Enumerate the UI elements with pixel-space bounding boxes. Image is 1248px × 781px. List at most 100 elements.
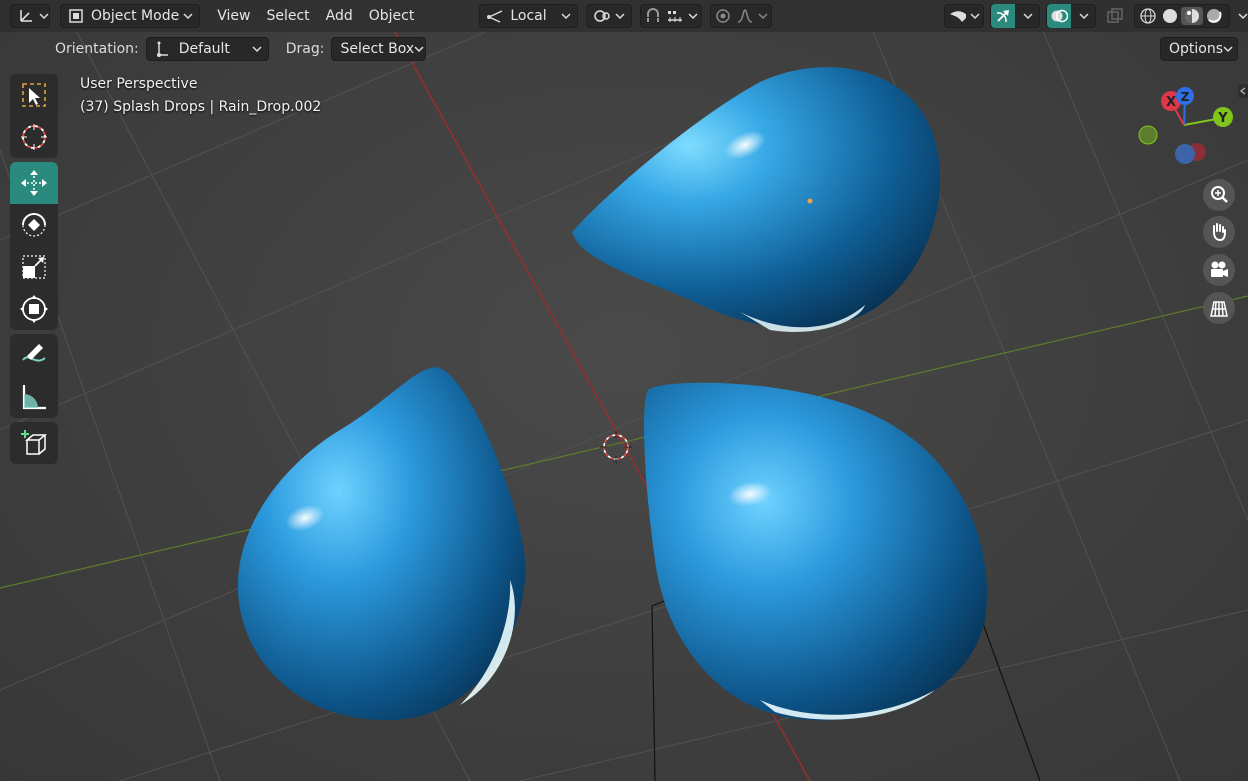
solid-shading-icon[interactable] xyxy=(1159,7,1181,25)
pivot-icon xyxy=(593,7,611,25)
grid-icon xyxy=(1210,301,1228,317)
tool-move[interactable] xyxy=(10,162,58,204)
falloff-curve-icon xyxy=(736,7,754,25)
menu-select[interactable]: Select xyxy=(258,8,317,24)
rotate-icon xyxy=(22,213,46,237)
editor-type-button[interactable] xyxy=(10,4,50,28)
proportional-editing-toggle[interactable] xyxy=(709,4,772,28)
gizmo-icon xyxy=(990,4,1015,28)
tool-cursor[interactable] xyxy=(10,116,58,158)
gizmo-neg-z[interactable] xyxy=(1175,144,1195,164)
snap-increment-icon xyxy=(666,7,684,25)
object-info: (37) Splash Drops | Rain_Drop.002 xyxy=(80,99,322,115)
chevron-down-icon xyxy=(252,45,262,53)
transform-orientation-selector[interactable]: Local xyxy=(479,4,578,28)
chevron-left-icon xyxy=(1240,87,1246,95)
drag-value: Select Box xyxy=(340,41,415,57)
rain-drop-top[interactable] xyxy=(572,67,941,332)
orientation-value: Default xyxy=(178,41,230,57)
tool-transform[interactable] xyxy=(10,288,58,330)
chevron-down-icon xyxy=(414,45,424,53)
gizmo-z-label: Z xyxy=(1181,90,1190,104)
perspective-label: User Perspective xyxy=(80,76,198,92)
tool-measure[interactable] xyxy=(10,376,58,418)
object-mode-icon xyxy=(67,7,85,25)
hand-icon xyxy=(1213,223,1226,242)
chevron-down-icon xyxy=(1223,45,1233,53)
options-button[interactable]: Options xyxy=(1160,37,1238,61)
tool-scale[interactable] xyxy=(10,246,58,288)
pan-button[interactable] xyxy=(1203,216,1235,248)
menu-object[interactable]: Object xyxy=(361,8,423,24)
shading-options-chevron-icon[interactable] xyxy=(1238,12,1248,20)
3d-cursor[interactable] xyxy=(600,431,632,463)
measure-icon xyxy=(22,385,46,410)
drag-selector[interactable]: Select Box xyxy=(331,37,427,61)
sidebar-toggle[interactable] xyxy=(1238,84,1248,98)
chevron-down-icon xyxy=(758,12,768,20)
camera-view-button[interactable] xyxy=(1203,254,1235,286)
gizmo-x-label: X xyxy=(1166,95,1176,110)
chevron-down-icon xyxy=(970,12,980,20)
overlays-toggle[interactable] xyxy=(1045,4,1096,28)
tool-select-box[interactable] xyxy=(10,74,58,116)
navigation-gizmo[interactable]: X Z Y xyxy=(1130,80,1240,170)
tool-annotate[interactable] xyxy=(10,334,58,376)
chevron-down-icon xyxy=(688,12,698,20)
gizmo-neg-y[interactable] xyxy=(1138,125,1158,145)
chevron-down-icon xyxy=(39,12,49,20)
snapping-toggle[interactable] xyxy=(639,4,702,28)
rendered-shading-icon[interactable] xyxy=(1203,7,1225,25)
ortho-toggle-button[interactable] xyxy=(1203,292,1235,324)
xray-toggle-icon[interactable] xyxy=(1106,7,1124,25)
viewport-scene xyxy=(0,0,1248,781)
drag-label: Drag: xyxy=(285,41,325,57)
tool-rotate[interactable] xyxy=(10,204,58,246)
orientation-selector[interactable]: Default xyxy=(145,37,269,61)
camera-icon xyxy=(1211,261,1228,277)
menu-add[interactable]: Add xyxy=(318,8,361,24)
viewport-header: Object Mode View Select Add Object Local xyxy=(0,0,1248,32)
chevron-down-icon xyxy=(183,12,193,20)
gizmo-toggle[interactable] xyxy=(989,4,1040,28)
transform-orientation-label: Local xyxy=(510,8,547,24)
gizmo-y-label: Y xyxy=(1217,111,1228,126)
orientation-icon xyxy=(153,40,171,58)
chevron-down-icon xyxy=(615,12,625,20)
chevron-down-icon xyxy=(1023,12,1033,20)
object-visibility-selector[interactable] xyxy=(943,4,984,28)
mode-label: Object Mode xyxy=(91,8,180,24)
transform-icon xyxy=(20,295,48,323)
object-origin xyxy=(807,198,813,204)
material-preview-shading-icon[interactable] xyxy=(1180,7,1203,25)
chevron-down-icon xyxy=(1079,12,1089,20)
orientation-label: Orientation: xyxy=(55,41,139,57)
grid-lines xyxy=(0,0,1248,781)
3d-viewport[interactable]: X Z Y User Perspective (37) Splash Drops… xyxy=(0,0,1248,781)
zoom-button[interactable] xyxy=(1203,179,1235,211)
overlays-icon xyxy=(1046,4,1071,28)
chevron-down-icon xyxy=(561,12,571,20)
y-axis-line xyxy=(0,295,1248,589)
scale-icon xyxy=(22,255,46,279)
add-cube-icon xyxy=(21,430,48,455)
tool-settings-header: Orientation: Default Drag: Select Box Op… xyxy=(0,32,1248,66)
move-icon xyxy=(21,170,47,196)
tool-add-cube[interactable] xyxy=(10,422,58,464)
mode-selector[interactable]: Object Mode xyxy=(60,4,201,28)
cursor-icon xyxy=(21,124,47,150)
local-axes-icon xyxy=(486,7,504,25)
options-label: Options xyxy=(1169,41,1224,57)
rain-drop-right[interactable] xyxy=(644,382,988,721)
annotate-icon xyxy=(22,344,46,362)
shading-mode-group xyxy=(1133,4,1230,28)
axis-icon xyxy=(17,7,35,25)
circle-icon xyxy=(714,7,732,25)
menu-view[interactable]: View xyxy=(209,8,258,24)
wireframe-shading-icon[interactable] xyxy=(1137,7,1159,25)
tool-shelf xyxy=(10,74,58,468)
zoom-icon xyxy=(1211,186,1228,203)
magnet-icon xyxy=(644,7,662,25)
pivot-point-selector[interactable] xyxy=(585,4,632,28)
visibility-icon xyxy=(948,7,966,25)
